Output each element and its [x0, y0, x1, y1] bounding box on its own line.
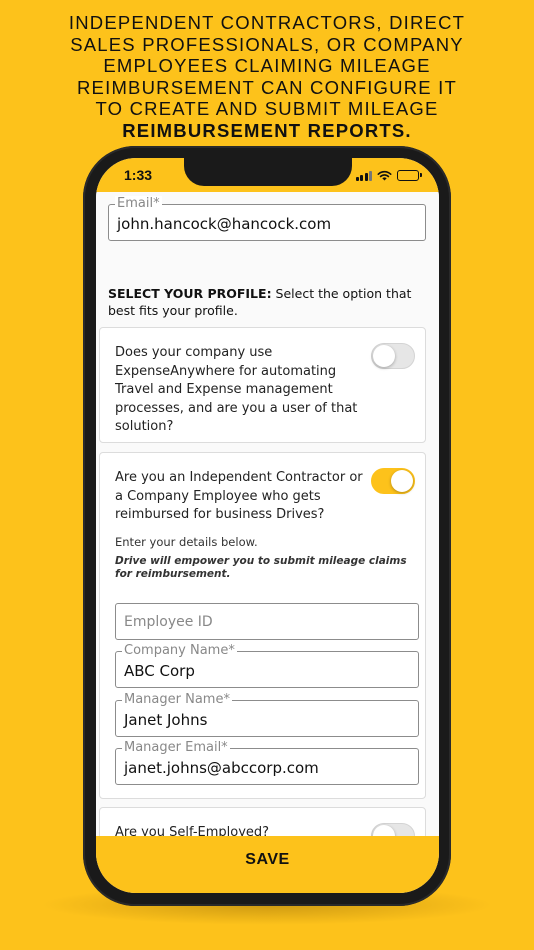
- manager-name-value: Janet Johns: [124, 711, 208, 729]
- manager-email-value: janet.johns@abccorp.com: [124, 759, 319, 777]
- employee-id-input[interactable]: Employee ID: [115, 603, 419, 640]
- headline-line: TO CREATE AND SUBMIT MILEAGE: [95, 98, 439, 119]
- email-value: john.hancock@hancock.com: [117, 215, 332, 233]
- company-name-field[interactable]: Company Name* ABC Corp: [115, 643, 419, 688]
- expense-anywhere-question: Does your company use ExpenseAnywhere fo…: [115, 345, 358, 434]
- expense-anywhere-option: Does your company use ExpenseAnywhere fo…: [99, 327, 426, 443]
- status-bar: 1:33: [96, 158, 439, 192]
- profile-heading: SELECT YOUR PROFILE:: [108, 286, 272, 301]
- headline-line: REIMBURSEMENT CAN CONFIGURE IT: [77, 76, 457, 98]
- headline: INDEPENDENT CONTRACTORS, DIRECT SALES PR…: [0, 12, 534, 141]
- contractor-question: Are you an Independent Contractor or a C…: [115, 470, 363, 522]
- phone-notch: [184, 158, 352, 186]
- status-time: 1:33: [124, 167, 153, 183]
- battery-icon: [397, 169, 422, 181]
- signal-icon: [355, 170, 372, 181]
- wifi-icon: [377, 170, 392, 180]
- email-label: Email*: [115, 196, 162, 212]
- details-hint: Enter your details below.: [115, 535, 258, 549]
- headline-line: SALES PROFESSIONALS, OR COMPANY: [70, 33, 464, 55]
- profile-instruction: SELECT YOUR PROFILE: Select the option t…: [108, 285, 428, 319]
- phone-screen: 1:33 Email* john.hancock@hancock.com SEL…: [96, 158, 439, 893]
- save-bar: SAVE: [96, 836, 439, 893]
- toggle-knob: [373, 345, 395, 367]
- drive-hint: Drive will empower you to submit mileage…: [115, 555, 407, 580]
- contractor-option: Are you an Independent Contractor or a C…: [99, 452, 426, 799]
- company-name-label: Company Name*: [122, 643, 237, 659]
- manager-name-field[interactable]: Manager Name* Janet Johns: [115, 692, 419, 737]
- manager-email-field[interactable]: Manager Email* janet.johns@abccorp.com: [115, 740, 419, 785]
- company-name-value: ABC Corp: [124, 662, 195, 680]
- headline-bold-line: REIMBURSEMENT REPORTS.: [122, 119, 412, 141]
- headline-line: EMPLOYEES CLAIMING MILEAGE: [103, 55, 431, 76]
- employee-id-placeholder: Employee ID: [124, 614, 213, 630]
- toggle-knob: [391, 470, 413, 492]
- headline-line: INDEPENDENT CONTRACTORS, DIRECT: [68, 12, 466, 33]
- manager-name-label: Manager Name*: [122, 692, 232, 708]
- manager-email-label: Manager Email*: [122, 740, 230, 756]
- contractor-toggle[interactable]: [371, 468, 415, 494]
- save-button[interactable]: SAVE: [96, 836, 439, 884]
- form-content: Email* john.hancock@hancock.com SELECT Y…: [96, 192, 439, 857]
- email-field[interactable]: Email* john.hancock@hancock.com: [108, 196, 426, 241]
- status-icons: [355, 168, 422, 182]
- expense-anywhere-toggle[interactable]: [371, 343, 415, 369]
